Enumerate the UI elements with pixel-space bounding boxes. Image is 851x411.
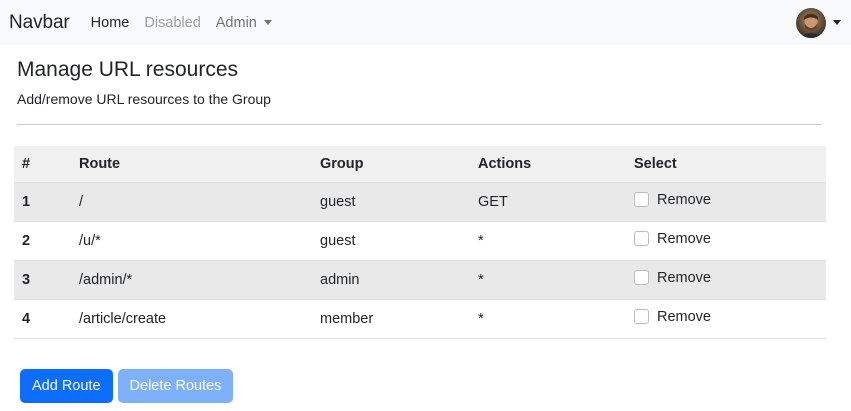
column-header-group: Group	[312, 146, 470, 183]
table-row: 3 /admin/* admin * Remove	[14, 260, 826, 300]
column-header-select: Select	[626, 146, 826, 183]
table-row: 1 / guest GET Remove	[14, 182, 826, 222]
nav-link-disabled: Disabled	[144, 15, 200, 31]
row-number: 4	[14, 299, 71, 339]
row-select: Remove	[626, 299, 826, 339]
add-route-button[interactable]: Add Route	[20, 368, 113, 403]
row-number: 2	[14, 221, 71, 261]
nav-link-disabled-label: Disabled	[144, 14, 201, 31]
column-header-actions: Actions	[470, 146, 626, 183]
table-body: 1 / guest GET Remove 2 /u/* guest * Remo…	[14, 182, 826, 339]
avatar[interactable]	[796, 7, 826, 38]
page-subtitle: Add/remove URL resources to the Group	[17, 91, 271, 108]
remove-checkbox-text[interactable]: Remove	[657, 270, 711, 286]
row-route: /u/*	[71, 221, 312, 261]
nav-link-home-label: Home	[90, 14, 130, 31]
page-title: Manage URL resources	[17, 58, 238, 81]
remove-checkbox[interactable]	[634, 270, 649, 286]
user-menu[interactable]	[796, 7, 841, 38]
row-actions: *	[470, 299, 626, 339]
remove-checkbox[interactable]	[634, 231, 649, 247]
nav-dropdown-admin[interactable]: Admin	[216, 15, 272, 31]
chevron-down-icon[interactable]	[833, 20, 841, 25]
nav-link-home[interactable]: Home	[91, 15, 130, 31]
row-route: /	[71, 182, 312, 222]
row-actions: *	[470, 260, 626, 300]
remove-checkbox[interactable]	[634, 309, 649, 325]
remove-checkbox-label[interactable]: Remove	[634, 309, 711, 325]
navbar: Navbar Home Disabled Admin	[0, 0, 851, 45]
divider	[17, 124, 822, 126]
navbar-brand[interactable]: Navbar	[9, 12, 70, 34]
row-actions: GET	[470, 182, 626, 222]
table-header-row: # Route Group Actions Select	[14, 146, 826, 183]
row-select: Remove	[626, 182, 826, 222]
chevron-down-icon	[263, 20, 272, 25]
remove-checkbox-label[interactable]: Remove	[634, 192, 711, 208]
table-row: 2 /u/* guest * Remove	[14, 221, 826, 261]
remove-checkbox[interactable]	[634, 192, 649, 208]
row-number: 1	[14, 182, 71, 222]
delete-routes-button: Delete Routes	[117, 368, 234, 403]
remove-checkbox-text[interactable]: Remove	[657, 309, 711, 325]
column-header-route: Route	[71, 146, 312, 183]
table-header: # Route Group Actions Select	[14, 146, 826, 183]
table-row: 4 /article/create member * Remove	[14, 299, 826, 339]
row-select: Remove	[626, 221, 826, 261]
main-content: Manage URL resources Add/remove URL reso…	[0, 45, 851, 403]
remove-checkbox-text[interactable]: Remove	[657, 192, 711, 208]
remove-checkbox-label[interactable]: Remove	[634, 231, 711, 247]
row-group: member	[312, 299, 470, 339]
row-group: guest	[312, 221, 470, 261]
row-number: 3	[14, 260, 71, 300]
row-group: guest	[312, 182, 470, 222]
remove-checkbox-label[interactable]: Remove	[634, 270, 711, 286]
action-buttons: Add Route Delete Routes	[20, 368, 837, 403]
remove-checkbox-text[interactable]: Remove	[657, 231, 711, 247]
row-actions: *	[470, 221, 626, 261]
row-route: /admin/*	[71, 260, 312, 300]
row-group: admin	[312, 260, 470, 300]
routes-table: # Route Group Actions Select 1 / guest G…	[14, 146, 826, 339]
nav-dropdown-admin-label: Admin	[215, 14, 257, 31]
row-select: Remove	[626, 260, 826, 300]
row-route: /article/create	[71, 299, 312, 339]
column-header-number: #	[14, 146, 71, 183]
